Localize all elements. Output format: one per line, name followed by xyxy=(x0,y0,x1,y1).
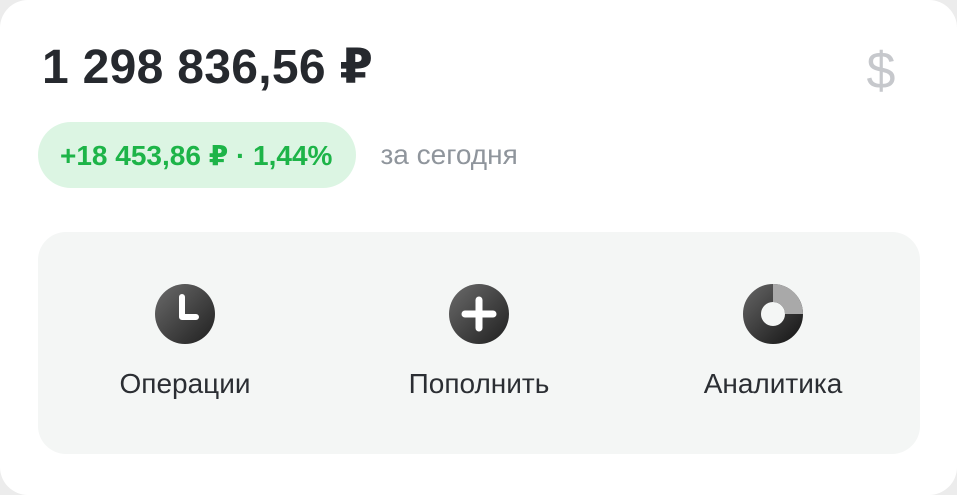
quick-actions-panel: Операции Пополнить Аналитика xyxy=(38,232,920,454)
dollar-icon: $ xyxy=(866,42,896,100)
change-period-label: за сегодня xyxy=(380,139,518,170)
operations-button[interactable]: Операции xyxy=(38,232,332,454)
currency-toggle-button[interactable]: $ xyxy=(855,38,907,104)
plus-circle-icon xyxy=(449,284,509,344)
change-badge: +18 453,86 ₽ · 1,44% xyxy=(38,122,357,188)
donut-chart-icon xyxy=(743,284,803,344)
balance-amount: 1 298 836,56 ₽ xyxy=(42,41,374,94)
clock-icon xyxy=(155,284,215,344)
top-up-button[interactable]: Пополнить xyxy=(332,232,626,454)
portfolio-card: 1 298 836,56 ₽ $ +18 453,86 ₽ · 1,44% за… xyxy=(0,0,957,495)
top-up-label: Пополнить xyxy=(408,368,550,399)
daily-change: +18 453,86 ₽ · 1,44% за сегодня xyxy=(38,122,518,188)
operations-label: Операции xyxy=(119,368,251,399)
analytics-label: Аналитика xyxy=(703,368,843,399)
analytics-button[interactable]: Аналитика xyxy=(626,232,920,454)
